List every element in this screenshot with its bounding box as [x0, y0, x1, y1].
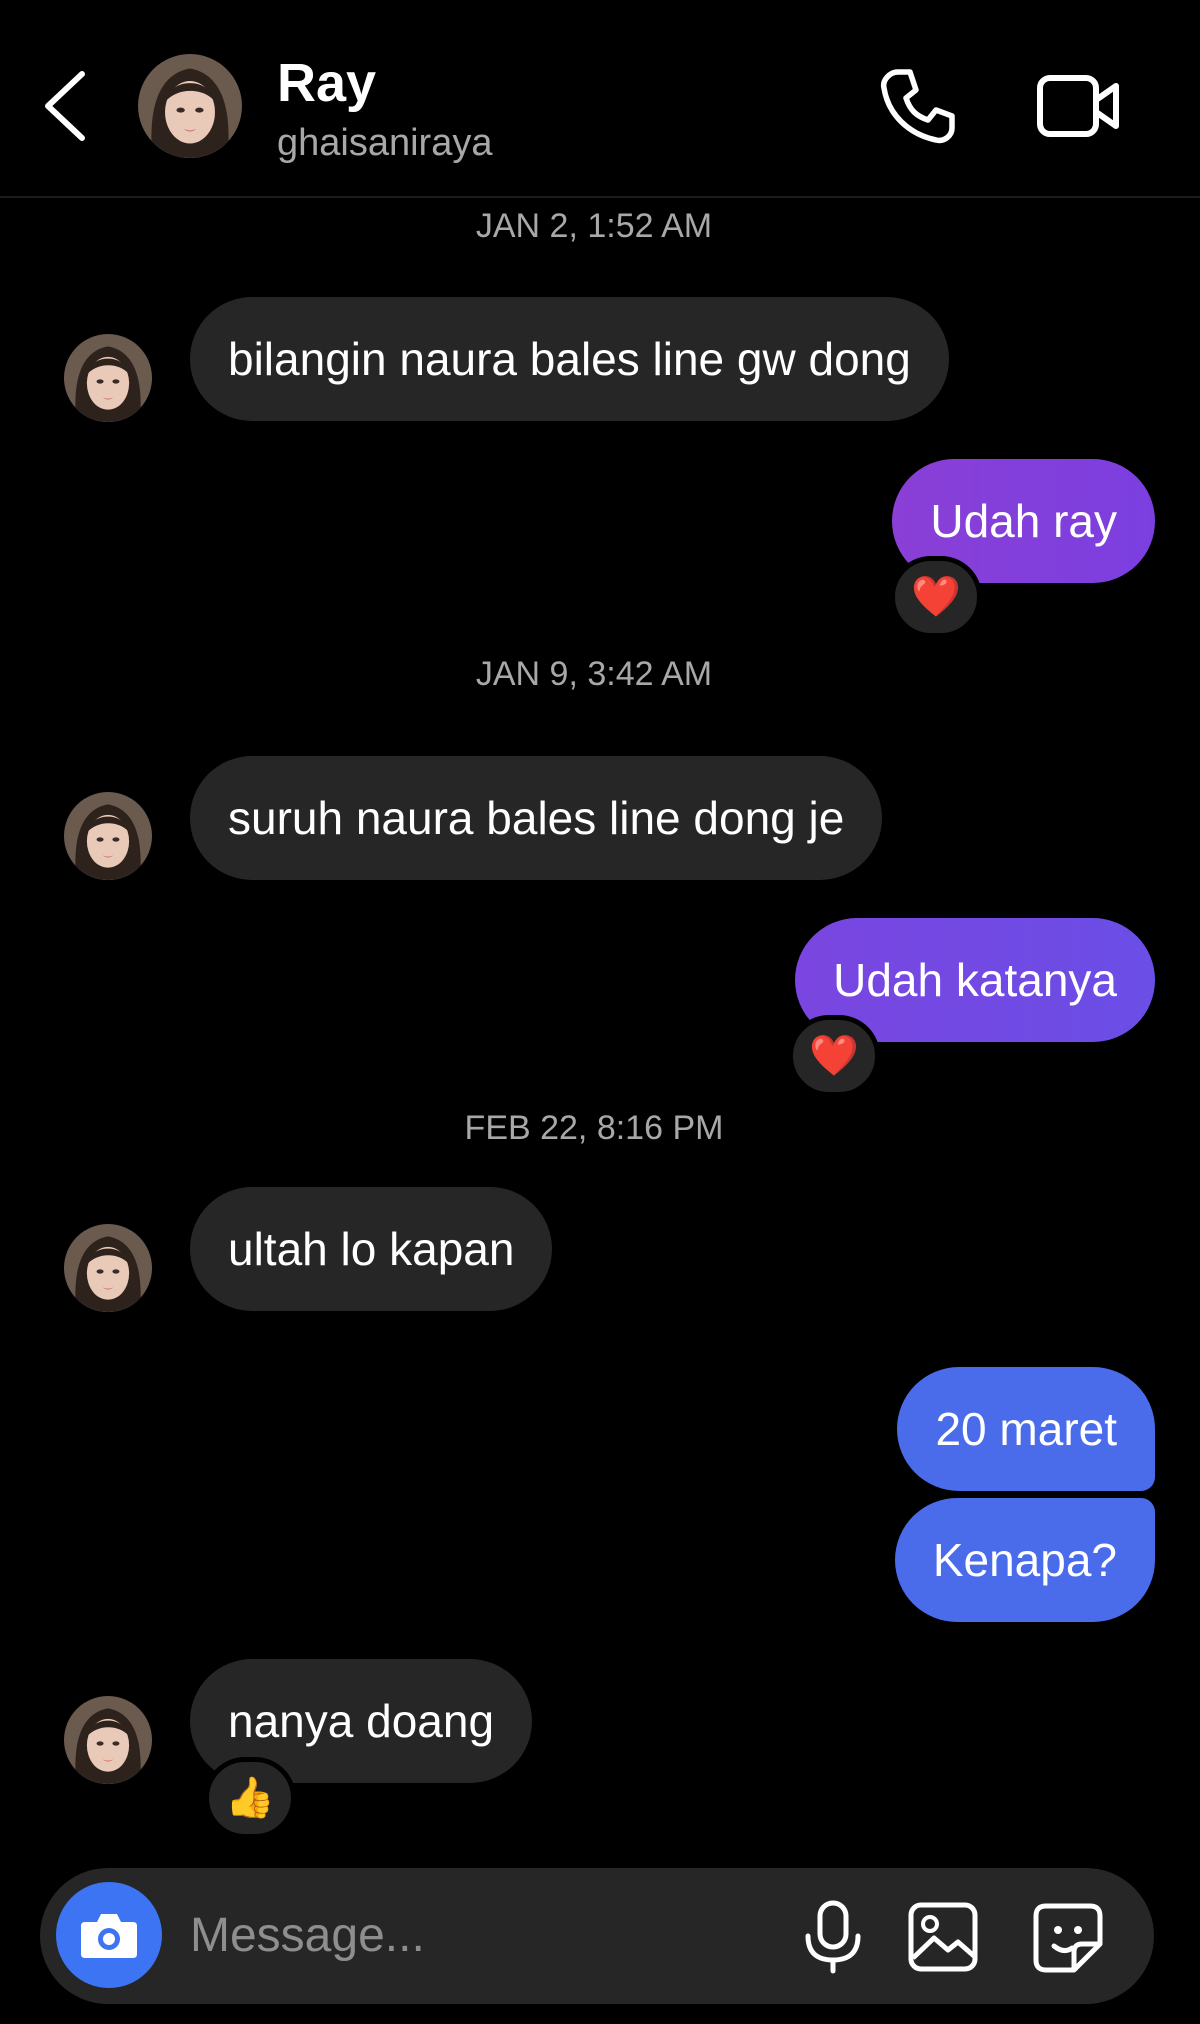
back-chevron-icon[interactable]: [40, 68, 90, 144]
sender-avatar[interactable]: [64, 792, 152, 880]
video-camera-icon[interactable]: [1036, 72, 1120, 140]
outgoing-message[interactable]: 20 maret: [897, 1367, 1155, 1491]
chat-header: Ray ghaisaniraya: [0, 0, 1200, 198]
heart-icon: ❤️: [911, 575, 961, 619]
message-composer[interactable]: Message...: [40, 1868, 1154, 2004]
incoming-message[interactable]: bilangin naura bales line gw dong: [190, 297, 949, 421]
phone-icon[interactable]: [878, 66, 958, 146]
contact-username[interactable]: ghaisaniraya: [277, 122, 492, 165]
timestamp: JAN 2, 1:52 AM: [475, 207, 713, 245]
timestamp: JAN 9, 3:42 AM: [475, 655, 713, 693]
incoming-message[interactable]: ultah lo kapan: [190, 1187, 553, 1311]
heart-reaction[interactable]: ❤️: [890, 556, 982, 638]
thumbs-up-reaction[interactable]: 👍: [204, 1757, 296, 1839]
microphone-icon[interactable]: [798, 1900, 868, 1974]
heart-reaction[interactable]: ❤️: [788, 1015, 880, 1097]
sender-avatar[interactable]: [64, 1224, 152, 1312]
heart-icon: ❤️: [809, 1034, 859, 1078]
thumbs-up-icon: 👍: [225, 1776, 275, 1820]
camera-button[interactable]: [56, 1882, 162, 1988]
gallery-icon[interactable]: [908, 1902, 978, 1972]
outgoing-message[interactable]: Kenapa?: [894, 1498, 1155, 1622]
contact-name[interactable]: Ray: [277, 52, 376, 114]
sticker-icon[interactable]: [1032, 1902, 1104, 1974]
incoming-message[interactable]: suruh naura bales line dong je: [190, 756, 883, 880]
sender-avatar[interactable]: [64, 1696, 152, 1784]
camera-icon: [81, 1914, 137, 1958]
timestamp: FEB 22, 8:16 PM: [464, 1109, 724, 1147]
message-input[interactable]: Message...: [190, 1868, 425, 2004]
sender-avatar[interactable]: [64, 334, 152, 422]
avatar[interactable]: [138, 54, 242, 158]
